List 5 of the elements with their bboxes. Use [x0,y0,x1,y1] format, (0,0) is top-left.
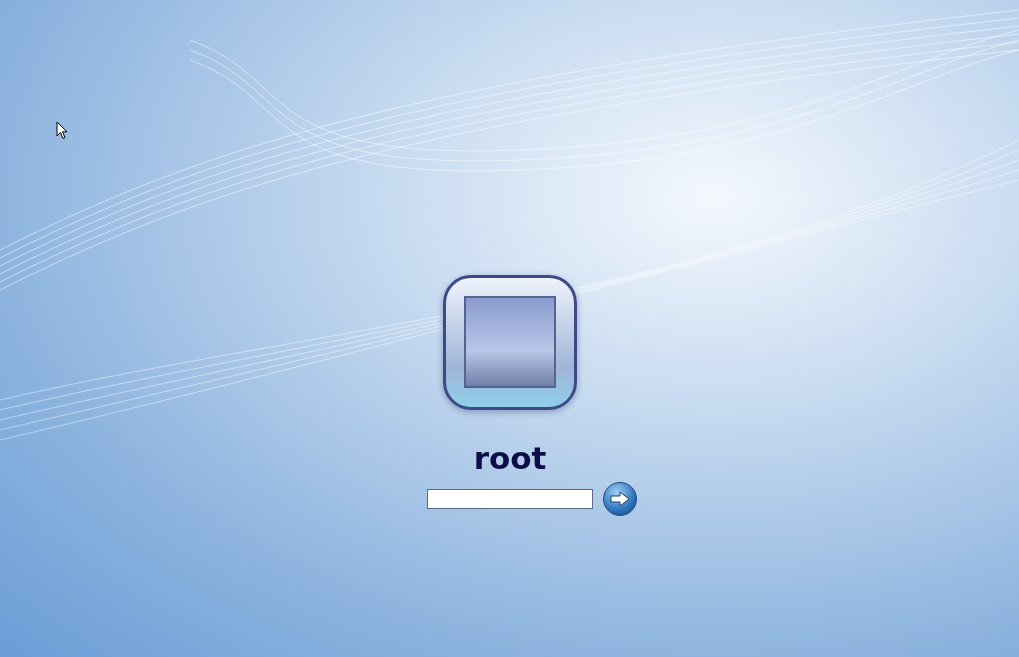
login-button[interactable] [603,482,637,516]
mouse-pointer-icon [56,121,68,140]
password-field[interactable] [427,489,593,509]
user-name: root [473,440,547,476]
right-arrow-icon [610,491,630,507]
